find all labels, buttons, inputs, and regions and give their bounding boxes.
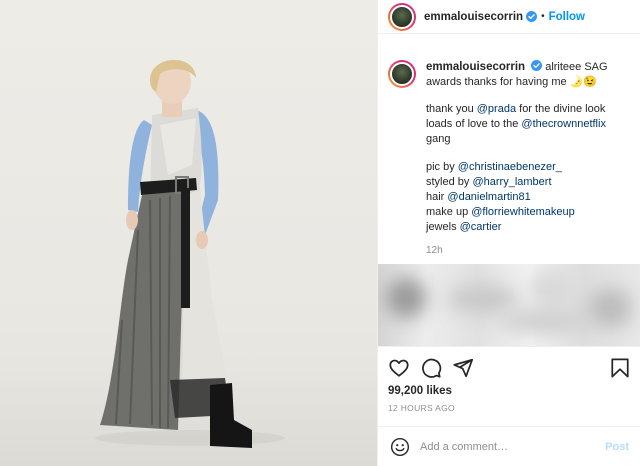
caption-avatar[interactable]: [388, 60, 416, 88]
verified-badge-icon: [526, 11, 538, 22]
caption-line: make up @florriewhitemakeup: [426, 205, 633, 220]
post-photo[interactable]: [0, 0, 377, 466]
comment-bar: Post: [378, 426, 640, 466]
mention-link[interactable]: @florriewhitemakeup: [471, 206, 575, 218]
mention-link[interactable]: @christinaebenezer_: [458, 161, 562, 173]
caption-text: loads of love to the: [426, 118, 522, 130]
caption-first-row: emmalouisecorrin alriteee SAG awards tha…: [388, 60, 633, 90]
heart-icon[interactable]: [388, 357, 410, 379]
caption-line: loads of love to the @thecrownnetflix: [426, 117, 633, 132]
post-timestamp: 12 HOURS AGO: [388, 403, 455, 413]
caption-line: styled by @harry_lambert: [426, 175, 633, 190]
blurred-comments-area: [378, 264, 640, 346]
caption-timestamp[interactable]: 12h: [426, 245, 633, 256]
caption-line: jewels @cartier: [426, 220, 633, 235]
speech-bubble-icon[interactable]: [420, 357, 442, 379]
paper-plane-icon[interactable]: [452, 357, 474, 379]
blur-blob: [528, 270, 578, 308]
smiley-icon[interactable]: [390, 437, 410, 457]
caption-text: for the divine look: [516, 103, 606, 115]
blur-blob: [498, 308, 588, 334]
blur-blob: [588, 288, 632, 328]
verified-badge-icon: [531, 60, 543, 71]
comment-input[interactable]: [420, 440, 585, 453]
caption-text: styled by: [426, 176, 473, 188]
post-actions: 99,200 likes 12 HOURS AGO: [378, 346, 640, 413]
caption-line: gang: [426, 132, 633, 147]
caption-line: hair @danielmartin81: [426, 190, 633, 205]
action-icons-row: [378, 347, 640, 387]
caption-text: jewels: [426, 221, 460, 233]
caption-text: hair: [426, 191, 448, 203]
blur-blob: [386, 278, 426, 318]
caption-text: pic by: [426, 161, 458, 173]
caption-avatar-image: [390, 62, 414, 86]
mention-link[interactable]: @danielmartin81: [447, 191, 530, 203]
post-header: emmalouisecorrin • Follow: [378, 0, 640, 34]
caption-username[interactable]: emmalouisecorrin: [426, 61, 525, 73]
blur-blob: [448, 284, 518, 314]
avatar[interactable]: [388, 2, 416, 31]
avatar-image: [390, 4, 414, 29]
caption-text: thank you: [426, 103, 477, 115]
caption-text: gang: [426, 133, 451, 145]
mention-link[interactable]: @prada: [477, 103, 516, 115]
mention-link[interactable]: @cartier: [460, 221, 502, 233]
post-side-panel: emmalouisecorrin • Follow emmalouisecorr…: [377, 0, 640, 466]
instagram-post: emmalouisecorrin • Follow emmalouisecorr…: [0, 0, 640, 466]
post-comment-button[interactable]: Post: [605, 441, 629, 453]
caption: emmalouisecorrin alriteee SAG awards tha…: [388, 60, 633, 256]
caption-first-text: emmalouisecorrin alriteee SAG awards tha…: [426, 60, 631, 90]
mention-link[interactable]: @thecrownnetflix: [521, 118, 606, 130]
header-username[interactable]: emmalouisecorrin: [424, 11, 523, 23]
mention-link[interactable]: @harry_lambert: [472, 176, 551, 188]
caption-lines: thank you @prada for the divine look loa…: [426, 102, 633, 235]
caption-line: pic by @christinaebenezer_: [426, 160, 633, 175]
follow-button[interactable]: Follow: [549, 11, 585, 23]
caption-line: thank you @prada for the divine look: [426, 102, 633, 117]
bookmark-icon[interactable]: [610, 357, 630, 379]
header-separator: •: [541, 11, 545, 22]
caption-text: make up: [426, 206, 472, 218]
fashion-figure-illustration: [95, 59, 285, 448]
